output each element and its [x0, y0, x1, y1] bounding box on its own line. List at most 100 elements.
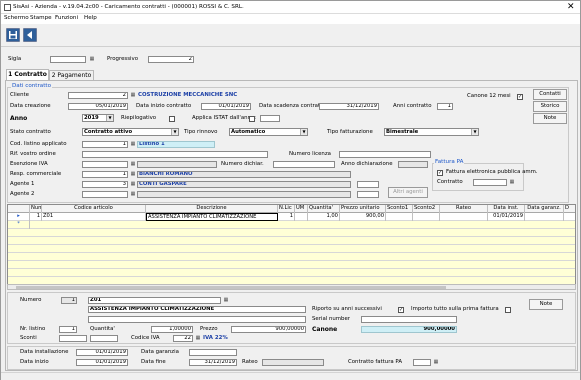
storico-button[interactable]: Storico [533, 101, 567, 112]
grid-col-nlic[interactable]: N.Lic [278, 205, 295, 213]
listino-code-input[interactable]: 1 [82, 141, 128, 148]
menu-funzioni[interactable]: Funzioni [55, 15, 78, 21]
esenzione-lookup-icon[interactable]: ▦ [130, 161, 136, 167]
row-sconto1[interactable] [386, 213, 413, 221]
progressivo-input[interactable]: 2 [148, 56, 194, 63]
save-button[interactable] [6, 28, 20, 42]
contatti-button[interactable]: Contatti [533, 89, 567, 100]
agente1-code-input[interactable]: 3 [82, 181, 128, 188]
grid-col-d[interactable]: D [564, 205, 575, 213]
grid-col-codice[interactable]: Codice articolo [42, 205, 146, 213]
rinnovo-value: Automatico [231, 129, 266, 135]
note-button[interactable]: Note [533, 113, 567, 124]
table-row-new[interactable]: * [8, 221, 575, 229]
menu-stampe[interactable]: Stampe [30, 15, 52, 21]
scrollbar-thumb[interactable] [16, 286, 446, 289]
grid-col-rateo[interactable]: Rateo [440, 205, 488, 213]
table-row[interactable]: ▸ 1 Z01 ASSISTENZA IMPIANTO CLIMATIZZAZI… [8, 213, 575, 221]
row-data-inst[interactable]: 01/01/2019 [488, 213, 525, 221]
row-um[interactable] [295, 213, 308, 221]
fattura-pa-contratto-input[interactable] [473, 179, 507, 186]
data-garanzia-input[interactable] [189, 349, 237, 356]
anno-select[interactable]: 2019 ▼ [82, 114, 114, 122]
grid-col-data-garanz[interactable]: Data garanz. [525, 205, 564, 213]
fatturazione-select[interactable]: Bimestrale ▼ [384, 128, 479, 136]
data-scadenza-input[interactable]: 31/12/2019 [319, 103, 379, 110]
canone12-checkbox[interactable]: ✓ [517, 94, 523, 100]
detail-note-button[interactable]: Note [529, 299, 563, 310]
contratto-pa-input[interactable] [413, 359, 431, 366]
row-descrizione[interactable]: ASSISTENZA IMPIANTO CLIMATIZZAZIONE [146, 213, 278, 221]
dichiar-input[interactable] [273, 161, 335, 168]
cliente-lookup-icon[interactable]: ▦ [130, 92, 136, 98]
grid-col-quantita[interactable]: Quantita' [308, 205, 340, 213]
agente2-perc-input[interactable] [357, 191, 379, 198]
esenzione-input[interactable] [82, 161, 128, 168]
menu-schermo[interactable]: Schermo [4, 15, 29, 21]
detail-sconto2-input[interactable] [90, 335, 118, 342]
detail-prezzo-input[interactable]: 900,00000 [231, 326, 306, 333]
detail-codice-input[interactable]: Z01 [88, 297, 221, 304]
detail-codice-lookup-icon[interactable]: ▦ [223, 297, 229, 303]
contratto-pa-lookup-icon[interactable]: ▦ [433, 359, 439, 365]
agente1-perc-input[interactable] [357, 181, 379, 188]
sigla-input[interactable] [50, 56, 86, 63]
licenza-input[interactable] [339, 151, 431, 158]
importo-checkbox[interactable] [505, 307, 511, 313]
data-inst-input[interactable]: 01/01/2019 [76, 349, 128, 356]
row-quantita[interactable]: 1,00 [308, 213, 340, 221]
fattura-pa-checkbox[interactable]: ✓ [437, 170, 443, 176]
agente1-lookup-icon[interactable]: ▦ [130, 181, 136, 187]
tab-contratto[interactable]: 1 Contratto [6, 69, 49, 80]
detail-listino-input[interactable]: 1 [59, 326, 77, 333]
menu-help[interactable]: Help [84, 15, 97, 21]
altri-agenti-button[interactable]: Altri agenti [388, 187, 428, 198]
fattura-pa-lookup-icon[interactable]: ▦ [509, 179, 515, 185]
row-nlic[interactable]: 1 [278, 213, 295, 221]
data-inizio-input[interactable]: 01/01/2019 [201, 103, 251, 110]
row-codice[interactable]: Z01 [42, 213, 146, 221]
grid-col-data-inst[interactable]: Data inst. [488, 205, 525, 213]
data-creazione-input[interactable]: 05/01/2019 [68, 103, 128, 110]
serial-label: Serial number [312, 316, 351, 322]
cliente-code-input[interactable]: 2 [68, 92, 128, 99]
grid-col-sconto2[interactable]: Sconto2 [413, 205, 440, 213]
stato-select[interactable]: Contratto attivo ▼ [82, 128, 179, 136]
serial-input[interactable] [361, 316, 457, 323]
agente2-lookup-icon[interactable]: ▦ [130, 191, 136, 197]
anno-dichiar-input[interactable] [398, 161, 428, 168]
rinnovo-select[interactable]: Automatico ▼ [229, 128, 308, 136]
istat-anno-input[interactable] [260, 115, 280, 122]
riepilogativo-checkbox[interactable] [169, 116, 175, 122]
detail-iva-lookup-icon[interactable]: ▦ [195, 335, 201, 341]
tab-pagamento[interactable]: 2 Pagamento [49, 70, 94, 80]
row-rateo[interactable] [440, 213, 488, 221]
row-sconto2[interactable] [413, 213, 440, 221]
resp-code-input[interactable]: 1 [82, 171, 128, 178]
resp-lookup-icon[interactable]: ▦ [130, 171, 136, 177]
detail-descr2-input[interactable] [88, 316, 306, 323]
detail-sconto1-input[interactable] [59, 335, 87, 342]
close-icon[interactable]: ✕ [567, 2, 575, 12]
riporto-checkbox[interactable]: ✓ [398, 307, 404, 313]
exit-button[interactable] [23, 28, 37, 42]
listino-lookup-icon[interactable]: ▦ [130, 141, 136, 147]
detail-qta-input[interactable]: 1,00000 [151, 326, 193, 333]
ordine-input[interactable] [82, 151, 268, 158]
detail-descr-input[interactable]: ASSISTENZA IMPIANTO CLIMATIZZAZIONE [88, 306, 306, 313]
grid-col-um[interactable]: UM [295, 205, 308, 213]
grid-horizontal-scrollbar[interactable] [7, 284, 576, 290]
data-inizio-riga-input[interactable]: 01/01/2019 [76, 359, 128, 366]
anni-input[interactable]: 1 [437, 103, 453, 110]
grid-col-descrizione[interactable]: Descrizione [146, 205, 278, 213]
sigla-lookup-icon[interactable]: ▦ [89, 56, 95, 62]
grid-col-prezzo[interactable]: Prezzo unitario [340, 205, 386, 213]
row-data-garanz[interactable] [525, 213, 564, 221]
row-prezzo[interactable]: 900,00 [340, 213, 386, 221]
detail-iva-input[interactable]: 22 [173, 335, 193, 342]
agente2-code-input[interactable] [82, 191, 128, 198]
data-fine-input[interactable]: 31/12/2019 [189, 359, 237, 366]
grid-col-sconto1[interactable]: Sconto1 [386, 205, 413, 213]
istat-checkbox[interactable] [249, 116, 255, 122]
grid-col-num[interactable]: Num. [30, 205, 42, 213]
